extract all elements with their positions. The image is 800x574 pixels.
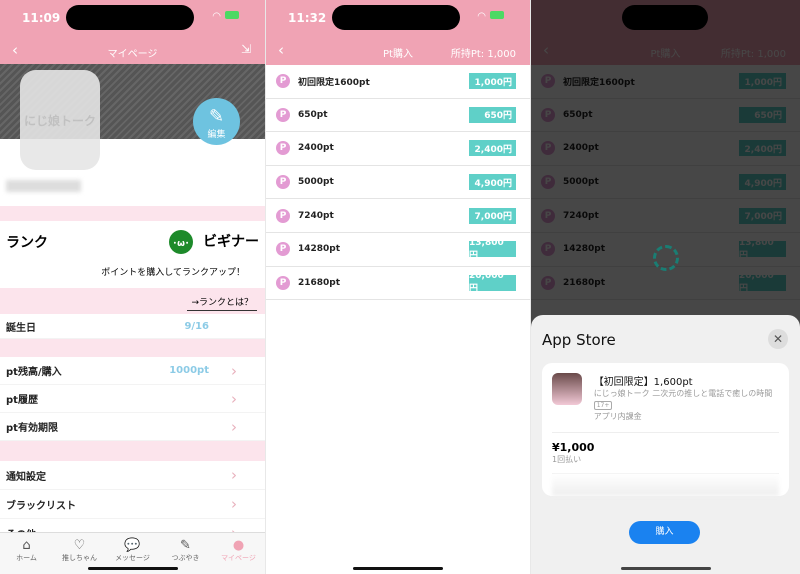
product-thumbnail: [552, 373, 582, 405]
point-icon: P: [276, 208, 290, 223]
dynamic-island: [66, 5, 194, 30]
notification-settings-row[interactable]: 通知設定 ›: [0, 461, 265, 490]
product-name: 7240pt: [298, 210, 334, 221]
home-icon: ⌂: [22, 538, 31, 553]
price-button[interactable]: 4,900円: [469, 174, 516, 191]
avatar[interactable]: にじ娘トーク: [20, 70, 100, 170]
product-row[interactable]: P 5000pt 4,900円: [266, 166, 530, 200]
product-row[interactable]: P 2400pt 2,400円: [266, 132, 530, 166]
buy-button[interactable]: 購入: [629, 521, 700, 544]
rank-hint: ポイントを購入してランクアップ！: [101, 268, 245, 278]
balance: 所持Pt: 1,000: [450, 49, 516, 60]
chevron-right-icon: ›: [231, 495, 237, 513]
wifi-battery-icon: ◠: [477, 11, 504, 22]
status-bar: 11:09 ◠: [0, 0, 265, 38]
product-row[interactable]: P 7240pt 7,000円: [266, 199, 530, 233]
page-title: マイページ: [107, 49, 158, 60]
product-name: 21680pt: [298, 277, 341, 288]
pt-history-row[interactable]: pt履歴 ›: [0, 385, 265, 413]
product-row[interactable]: P 650pt 650円: [266, 99, 530, 133]
chevron-right-icon: ›: [231, 417, 237, 436]
product-row[interactable]: P 21680pt 20,000円: [266, 267, 530, 301]
product-name: 初回限定1600pt: [298, 77, 370, 88]
birthday-row: 誕生日 9/16: [0, 314, 265, 339]
rank-row: ランク ･ω･ ビギナー: [0, 221, 265, 263]
heart-icon: ♡: [73, 538, 86, 553]
product-row[interactable]: P 初回限定1600pt 1,000円: [266, 65, 530, 99]
point-icon: P: [276, 275, 290, 290]
home-indicator: [353, 567, 443, 570]
share-icon[interactable]: ⇲: [241, 42, 251, 56]
product-name: 14280pt: [298, 244, 341, 255]
price-button[interactable]: 20,000円: [469, 271, 516, 294]
purchase-screen: 11:32 ◠ ‹ Pt購入 所持Pt: 1,000 P 初回限定1600pt 1,000…: [266, 0, 530, 574]
blacklist-row[interactable]: ブラックリスト ›: [0, 490, 265, 519]
price-button[interactable]: 7,000円: [469, 207, 516, 224]
user-name: [6, 180, 81, 192]
product-row[interactable]: P 14280pt 13,800円: [266, 233, 530, 267]
point-icon: P: [276, 141, 290, 156]
point-icon: P: [276, 107, 290, 122]
point-icon: P: [276, 74, 290, 89]
person-icon: ●: [232, 538, 245, 553]
edit-icon: ✎: [208, 106, 225, 127]
nav-bar: ‹ Pt購入 所持Pt: 1,000: [266, 38, 530, 65]
app-store-sheet: App Store ✕ 【初回限定】1,600pt にじっ娘トーク 二次元の推しと…: [531, 315, 800, 574]
purchase-sheet-screen: ‹Pt購入所持Pt: 1,000 P初回限定1600pt1,000円P650pt…: [531, 0, 800, 574]
mypage-screen: 11:09 ◠ ‹ マイページ ⇲ にじ娘トーク ✎ 編集 ランク ･ω･ ビギナー ポイン…: [0, 0, 265, 574]
price-button[interactable]: 2,400円: [469, 140, 516, 157]
wifi-battery-icon: ◠: [212, 11, 239, 22]
product-list: P 初回限定1600pt 1,000円 P 650pt 650円 P 2400pt 2,400円…: [266, 65, 530, 301]
pt-balance-row[interactable]: pt残高/購入 1000pt ›: [0, 357, 265, 385]
product-name: 2400pt: [298, 143, 334, 154]
tab-mypage[interactable]: ● マイページ: [214, 538, 264, 574]
close-button[interactable]: ✕: [768, 329, 788, 349]
loading-spinner-icon: [653, 245, 679, 271]
chevron-right-icon: ›: [231, 466, 237, 484]
tab-home[interactable]: ⌂ ホーム: [2, 538, 52, 574]
product-name: 650pt: [298, 109, 328, 120]
chevron-right-icon: ›: [231, 389, 237, 408]
sheet-title: App Store: [542, 331, 616, 349]
point-icon: P: [276, 175, 290, 190]
price-button[interactable]: 13,800円: [469, 238, 516, 261]
rank-badge-icon: ･ω･: [169, 230, 193, 254]
compose-icon: ✎: [180, 538, 191, 553]
product-card: 【初回限定】1,600pt にじっ娘トーク 二次元の推しと電話で癒しの時間 17+…: [542, 363, 789, 496]
chat-icon: 💬: [124, 538, 141, 553]
pt-expiry-row[interactable]: pt有効期限 ›: [0, 413, 265, 441]
home-indicator: [87, 567, 178, 570]
price-button[interactable]: 1,000円: [469, 73, 516, 90]
rank-info-link[interactable]: →ランクとは？: [187, 298, 257, 311]
edit-button[interactable]: ✎ 編集: [193, 98, 240, 145]
point-icon: P: [276, 242, 290, 257]
nav-bar: ‹ マイページ ⇲: [0, 38, 265, 64]
status-bar: 11:32 ◠: [266, 0, 530, 38]
chevron-right-icon: ›: [231, 361, 237, 380]
price-button[interactable]: 650円: [469, 106, 516, 123]
product-name: 5000pt: [298, 177, 334, 188]
